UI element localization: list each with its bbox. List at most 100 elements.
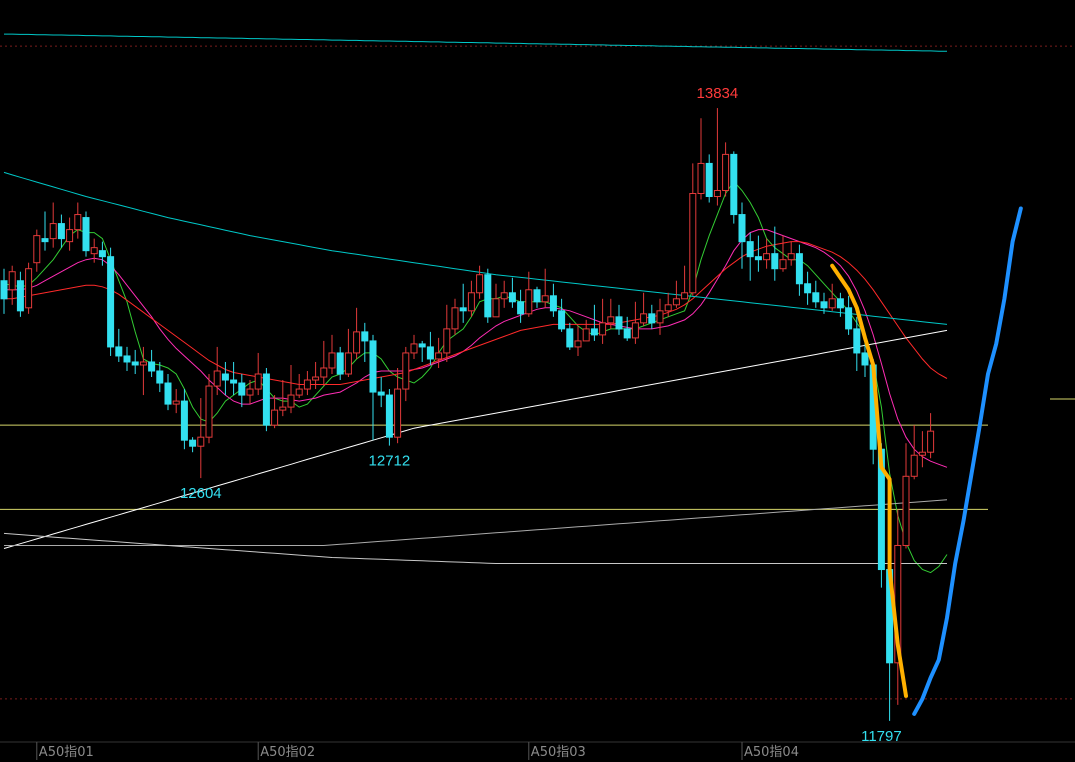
candle: [435, 337, 443, 368]
candle: [402, 346, 410, 402]
candle-body-up: [287, 394, 295, 408]
candle-body-down: [746, 241, 754, 258]
candle: [262, 367, 270, 432]
candle: [82, 211, 90, 257]
candle-body-up: [672, 298, 680, 306]
candle-body-down: [115, 346, 123, 357]
annotation-high-1: 13834: [697, 85, 739, 102]
candle: [246, 380, 254, 405]
candle-body-down: [361, 331, 369, 342]
candle-body-down: [189, 439, 197, 447]
candle-body-up: [197, 436, 205, 447]
candle: [66, 217, 74, 251]
price-annotations: 13834 12712 12604 11797: [180, 85, 902, 745]
candle-body-down: [533, 289, 541, 303]
ma-line-ma10: [4, 229, 948, 468]
candle: [221, 361, 229, 396]
candle-body-down: [262, 373, 270, 426]
candle-body-down: [549, 295, 557, 312]
candle: [910, 425, 918, 480]
candle: [459, 283, 467, 323]
candle-body-up: [312, 376, 320, 381]
candle-body-down: [16, 280, 24, 312]
candle: [139, 346, 147, 396]
ma-line-ma250: [3, 532, 947, 564]
candle: [426, 331, 434, 365]
candle: [582, 319, 590, 342]
candlestick-chart: A50指01 A50指02 A50指03 A50指04 13834 12712 12604…: [0, 33, 1075, 760]
candle: [33, 229, 41, 272]
candle-body-up: [49, 223, 57, 240]
candle-body-down: [820, 301, 828, 309]
candle-body-down: [98, 250, 106, 258]
candle: [41, 211, 49, 251]
candle-body-up: [607, 316, 615, 324]
candle-body-down: [804, 283, 812, 294]
candle: [484, 268, 492, 323]
candle-body-down: [238, 382, 246, 396]
drawn-lines: [830, 206, 1023, 716]
candle-body-down: [180, 400, 188, 441]
candle: [131, 349, 139, 375]
candle-body-down: [795, 253, 803, 285]
candle-body-down: [418, 343, 426, 348]
candle-body-up: [246, 388, 254, 396]
candle-body-up: [90, 247, 98, 255]
candle-body-down: [156, 370, 164, 384]
candle: [287, 364, 295, 414]
candle-body-down: [385, 394, 393, 438]
candle-body-up: [828, 298, 836, 309]
candle: [148, 349, 156, 378]
candle-body-down: [845, 307, 853, 330]
candle-body-up: [599, 322, 607, 336]
candle: [467, 280, 475, 317]
candle: [115, 328, 123, 362]
candle: [746, 232, 754, 281]
candle: [623, 316, 631, 341]
candle: [845, 295, 853, 335]
x-tick-label-3: A50指03: [531, 745, 586, 760]
candle: [443, 304, 451, 362]
candle-body-down: [221, 373, 229, 381]
candle: [615, 304, 623, 335]
candle-body-up: [476, 274, 484, 294]
candle: [853, 316, 861, 371]
candle-body-up: [500, 292, 508, 300]
candle: [795, 244, 803, 296]
candle-body-down: [517, 301, 525, 315]
x-tick-label-4: A50指04: [744, 745, 799, 760]
candle-body-up: [451, 307, 459, 330]
candle-body-down: [836, 298, 844, 309]
candle-body-up: [664, 304, 672, 312]
candle: [590, 304, 598, 341]
candle-body-up: [697, 162, 705, 195]
candle-body-up: [713, 189, 721, 198]
candle: [197, 398, 205, 479]
candle: [394, 367, 402, 444]
candle: [689, 163, 697, 296]
candle-body-up: [320, 367, 328, 378]
candle-body-down: [82, 217, 90, 252]
candle-body-down: [853, 328, 861, 354]
candle: [918, 431, 926, 468]
candle: [730, 151, 738, 224]
candle-body-up: [574, 340, 582, 348]
candle: [476, 265, 484, 299]
candle-body-down: [107, 256, 115, 348]
candle-body-down: [0, 280, 8, 300]
candle: [320, 340, 328, 387]
candle-body-down: [484, 274, 492, 318]
candle-body-up: [722, 153, 730, 191]
candle-body-down: [812, 292, 820, 303]
candle: [763, 238, 771, 269]
candle-body-up: [344, 352, 352, 375]
candle: [574, 325, 582, 356]
candle-body-up: [66, 229, 74, 243]
candle-body-up: [279, 406, 287, 411]
candle: [705, 154, 713, 203]
candle-body-up: [492, 298, 500, 318]
candle: [328, 334, 336, 375]
candle-body-down: [738, 214, 746, 243]
candle-body-down: [623, 328, 631, 339]
candle: [787, 241, 795, 266]
